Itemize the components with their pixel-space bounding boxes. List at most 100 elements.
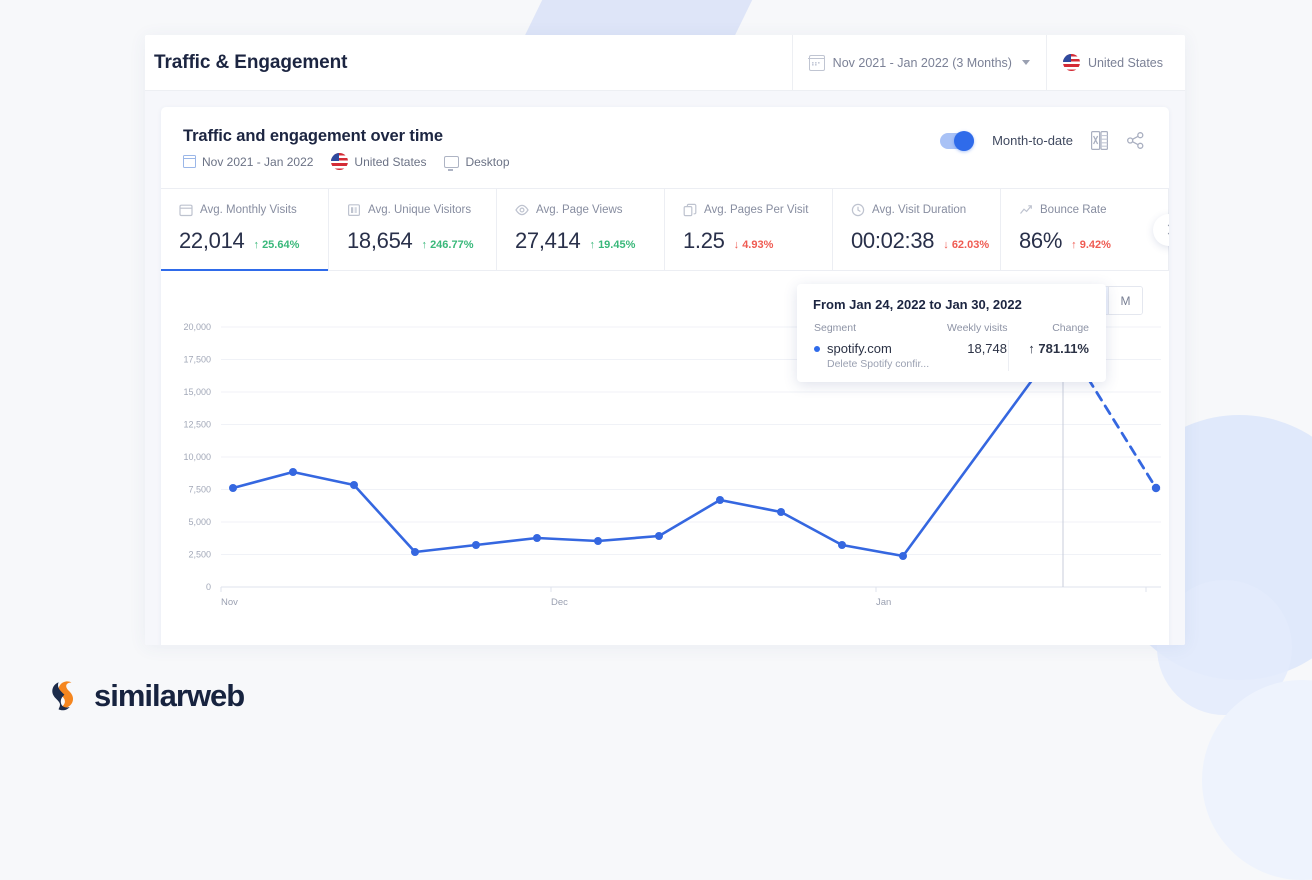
svg-text:15,000: 15,000	[183, 387, 211, 397]
metric-value-row: 18,654 ↑ 246.77%	[347, 228, 496, 254]
metric-value: 27,414	[515, 228, 581, 253]
tooltip-visits: 18,748	[967, 341, 1007, 356]
metric-label-row: Avg. Unique Visitors	[347, 203, 496, 217]
date-range-selector[interactable]: Nov 2021 - Jan 2022 (3 Months)	[791, 35, 1046, 90]
share-icon[interactable]	[1126, 131, 1145, 150]
metric-label: Avg. Pages Per Visit	[704, 204, 809, 216]
subtitle-country: United States	[354, 154, 427, 169]
series-color-dot	[814, 345, 820, 352]
metric-avg-visit-duration[interactable]: Avg. Visit Duration 00:02:38 ↓ 62.03%	[833, 189, 1001, 270]
svg-text:5,000: 5,000	[188, 517, 211, 527]
metrics-row: Avg. Monthly Visits 22,014 ↑ 25.64% Avg.…	[161, 188, 1169, 271]
metric-change: ↑ 25.64%	[253, 239, 300, 251]
page-header: Traffic & Engagement Nov 2021 - Jan 2022…	[145, 35, 1185, 91]
metric-label: Avg. Unique Visitors	[368, 204, 472, 216]
svg-text:Dec: Dec	[551, 597, 568, 608]
desktop-monitor-icon	[444, 155, 460, 171]
users-icon	[348, 204, 361, 217]
us-flag-icon	[331, 153, 349, 170]
metric-change-value: 246.77%	[430, 239, 474, 251]
metric-value: 1.25	[683, 228, 725, 253]
month-to-date-toggle[interactable]	[940, 130, 975, 151]
pages-icon	[683, 203, 697, 217]
metric-label-row: Bounce Rate	[1019, 203, 1168, 217]
metric-value: 22,014	[179, 228, 245, 253]
metric-change-value: 62.03%	[951, 239, 990, 251]
metric-change: ↑ 246.77%	[421, 239, 474, 251]
us-flag-icon	[1062, 54, 1080, 71]
metric-value: 86%	[1019, 228, 1063, 253]
subtitle-device: Desktop	[465, 154, 510, 169]
metric-label: Avg. Page Views	[536, 204, 623, 216]
excel-export-icon[interactable]	[1091, 131, 1109, 150]
metric-label-row: Avg. Visit Duration	[851, 203, 1000, 217]
calendar-icon	[182, 155, 197, 168]
toggle-knob	[954, 130, 975, 151]
tooltip-header-row: Segment Weekly visits Change	[813, 321, 1090, 340]
chevron-down-icon	[1021, 60, 1030, 65]
date-range-label: Nov 2021 - Jan 2022 (3 Months)	[832, 55, 1012, 70]
tooltip-col-change: Change	[1052, 322, 1089, 334]
card-title: Traffic and engagement over time	[183, 127, 443, 145]
granularity-month-button[interactable]: M	[1109, 287, 1142, 314]
window-body: Traffic and engagement over time Nov 202…	[145, 91, 1185, 645]
metric-change: ↓ 4.93%	[733, 239, 774, 251]
tooltip-table: Segment Weekly visits Change spotify.com…	[813, 321, 1090, 371]
svg-text:10,000: 10,000	[183, 452, 211, 462]
metric-change-value: 4.93%	[742, 239, 774, 251]
month-to-date-label: Month-to-date	[992, 133, 1073, 148]
chart-y-tick-labels: 20,000 17,500 15,000 12,500 10,000 7,500…	[183, 322, 211, 592]
page-title: Traffic & Engagement	[154, 51, 348, 73]
metric-change: ↑ 19.45%	[589, 239, 636, 251]
metric-label: Avg. Visit Duration	[872, 204, 967, 216]
trend-line-icon	[1020, 205, 1032, 214]
metric-change: ↑ 9.42%	[1071, 239, 1111, 251]
metric-value-row: 00:02:38 ↓ 62.03%	[851, 228, 1000, 254]
svg-text:2,500: 2,500	[188, 550, 211, 560]
subtitle-date: Nov 2021 - Jan 2022	[202, 154, 314, 169]
metric-change: ↓ 62.03%	[943, 239, 990, 251]
country-label: United States	[1087, 55, 1163, 70]
svg-text:Jan: Jan	[876, 597, 891, 608]
brand-name: similarweb	[94, 678, 245, 713]
eye-icon	[515, 204, 529, 216]
calendar-icon	[179, 204, 193, 217]
tooltip-title: From Jan 24, 2022 to Jan 30, 2022	[813, 297, 1022, 312]
svg-text:Nov: Nov	[221, 597, 238, 608]
svg-text:12,500: 12,500	[183, 420, 211, 430]
chart-x-tick-labels: Nov Dec Jan	[220, 587, 1147, 608]
app-window: Traffic & Engagement Nov 2021 - Jan 2022…	[145, 35, 1185, 645]
metric-change-value: 9.42%	[1079, 239, 1111, 251]
tooltip-change-value: 781.11%	[1038, 341, 1089, 356]
metric-value-row: 27,414 ↑ 19.45%	[515, 228, 664, 254]
metric-value-row: 86% ↑ 9.42%	[1019, 228, 1168, 254]
card-title-block: Traffic and engagement over time Nov 202…	[182, 127, 510, 171]
metric-change-value: 19.45%	[598, 239, 636, 251]
metric-avg-unique-visitors[interactable]: Avg. Unique Visitors 18,654 ↑ 246.77%	[329, 189, 497, 270]
metric-value: 18,654	[347, 228, 413, 253]
svg-text:0: 0	[206, 582, 211, 592]
tooltip-segment-note: Delete Spotify confir...	[827, 358, 930, 370]
metric-value-row: 1.25 ↓ 4.93%	[683, 228, 832, 254]
svg-text:7,500: 7,500	[188, 485, 211, 495]
metric-avg-monthly-visits[interactable]: Avg. Monthly Visits 22,014 ↑ 25.64%	[161, 189, 329, 271]
similarweb-logo-icon	[52, 681, 74, 711]
header-controls: Nov 2021 - Jan 2022 (3 Months) United St…	[791, 35, 1185, 90]
svg-text:20,000: 20,000	[183, 322, 211, 332]
brand-logo: similarweb	[48, 678, 245, 714]
metric-avg-page-views[interactable]: Avg. Page Views 27,414 ↑ 19.45%	[497, 189, 665, 270]
metric-bounce-rate[interactable]: Bounce Rate 86% ↑ 9.42%	[1001, 189, 1169, 270]
tooltip-segment-name: spotify.com	[827, 341, 892, 356]
country-selector[interactable]: United States	[1045, 35, 1185, 90]
chart-tooltip: From Jan 24, 2022 to Jan 30, 2022 Segmen…	[797, 284, 1106, 382]
calendar-icon	[808, 54, 826, 71]
chevron-right-icon	[1163, 224, 1169, 235]
metric-label-row: Avg. Pages Per Visit	[683, 203, 832, 217]
svg-text:17,500: 17,500	[183, 355, 211, 365]
tooltip-segment-cell: spotify.com Delete Spotify confir...	[813, 340, 940, 371]
tooltip-data-row: spotify.com Delete Spotify confir... 18,…	[813, 340, 1090, 371]
metric-avg-pages-per-visit[interactable]: Avg. Pages Per Visit 1.25 ↓ 4.93%	[665, 189, 833, 270]
tooltip-change: ↑ 781.11%	[1008, 340, 1090, 371]
card-header-actions: Month-to-date	[940, 127, 1145, 151]
metric-value-row: 22,014 ↑ 25.64%	[179, 228, 328, 254]
